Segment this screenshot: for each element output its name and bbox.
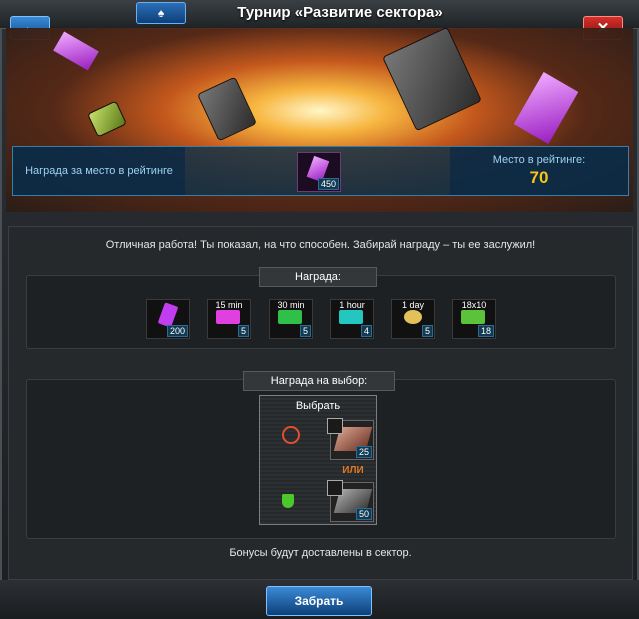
title-bar: ♠ Турнир «Развитие сектора» bbox=[0, 0, 639, 29]
rating-label: Место в рейтинге: bbox=[492, 154, 586, 166]
congrats-message: Отличная работа! Ты показал, на что спос… bbox=[105, 239, 536, 251]
option-1-checkbox[interactable] bbox=[327, 418, 343, 434]
reward-tag: 15 min bbox=[215, 300, 243, 310]
bottom-bar: Забрать bbox=[0, 580, 639, 619]
boost-icon bbox=[278, 310, 302, 324]
boost-icon bbox=[339, 310, 363, 324]
window-title: Турнир «Развитие сектора» bbox=[237, 4, 443, 21]
crystal-reward-item[interactable]: 450 bbox=[297, 152, 341, 192]
option-count: 25 bbox=[355, 446, 372, 458]
crystal-icon bbox=[157, 302, 179, 328]
reward-label: Награда: bbox=[259, 267, 377, 287]
rating-value: 70 bbox=[529, 168, 549, 187]
reward-tag: 1 day bbox=[401, 300, 425, 310]
reward-tag: 30 min bbox=[277, 300, 305, 310]
reward-count: 5 bbox=[299, 325, 311, 337]
resources-icon bbox=[404, 310, 422, 324]
reward-count: 200 bbox=[166, 325, 188, 337]
crystal-debris bbox=[513, 72, 579, 144]
reward-tag: 18x10 bbox=[461, 300, 487, 310]
take-reward-button[interactable]: Забрать bbox=[266, 586, 372, 616]
shield-icon bbox=[282, 494, 294, 508]
choice-box: Выбрать 25 ИЛИ 50 bbox=[259, 395, 377, 525]
delivery-note: Бонусы будут доставлены в сектор. bbox=[229, 547, 412, 559]
tournament-banner: Награда за место в рейтинге 450 Место в … bbox=[6, 28, 633, 212]
target-icon bbox=[282, 426, 300, 444]
reward-item-boost-1day[interactable]: 1 day 5 bbox=[391, 299, 435, 339]
item-count: 450 bbox=[317, 178, 339, 190]
reward-tag: 1 hour bbox=[339, 300, 365, 310]
rock-debris bbox=[382, 28, 482, 132]
rock-debris bbox=[87, 100, 127, 138]
option-count: 50 bbox=[355, 508, 372, 520]
option-2-checkbox[interactable] bbox=[327, 480, 343, 496]
reward-count: 5 bbox=[421, 325, 433, 337]
boost-icon bbox=[216, 310, 240, 324]
choice-title: Выбрать bbox=[295, 400, 341, 412]
or-label: ИЛИ bbox=[342, 465, 364, 476]
choice-label: Награда на выбор: bbox=[243, 371, 395, 391]
boost-icon bbox=[461, 310, 485, 324]
reward-count: 4 bbox=[360, 325, 372, 337]
tournament-icon[interactable]: ♠ bbox=[136, 2, 186, 24]
place-reward-label: Награда за место в рейтинге bbox=[13, 147, 185, 195]
reward-item-crystal[interactable]: 200 bbox=[146, 299, 190, 339]
crystal-debris bbox=[53, 31, 99, 71]
rating-panel: Место в рейтинге: 70 bbox=[450, 147, 628, 195]
reward-count: 5 bbox=[237, 325, 249, 337]
reward-item-18x10[interactable]: 18x10 18 bbox=[452, 299, 496, 339]
reward-item-boost-30min[interactable]: 30 min 5 bbox=[269, 299, 313, 339]
reward-item-boost-15min[interactable]: 15 min 5 bbox=[207, 299, 251, 339]
reward-item-boost-1hour[interactable]: 1 hour 4 bbox=[330, 299, 374, 339]
place-reward-strip: Награда за место в рейтинге 450 Место в … bbox=[12, 146, 629, 196]
reward-content: Отличная работа! Ты показал, на что спос… bbox=[8, 226, 633, 580]
reward-count: 18 bbox=[477, 325, 494, 337]
rock-debris bbox=[196, 76, 258, 142]
